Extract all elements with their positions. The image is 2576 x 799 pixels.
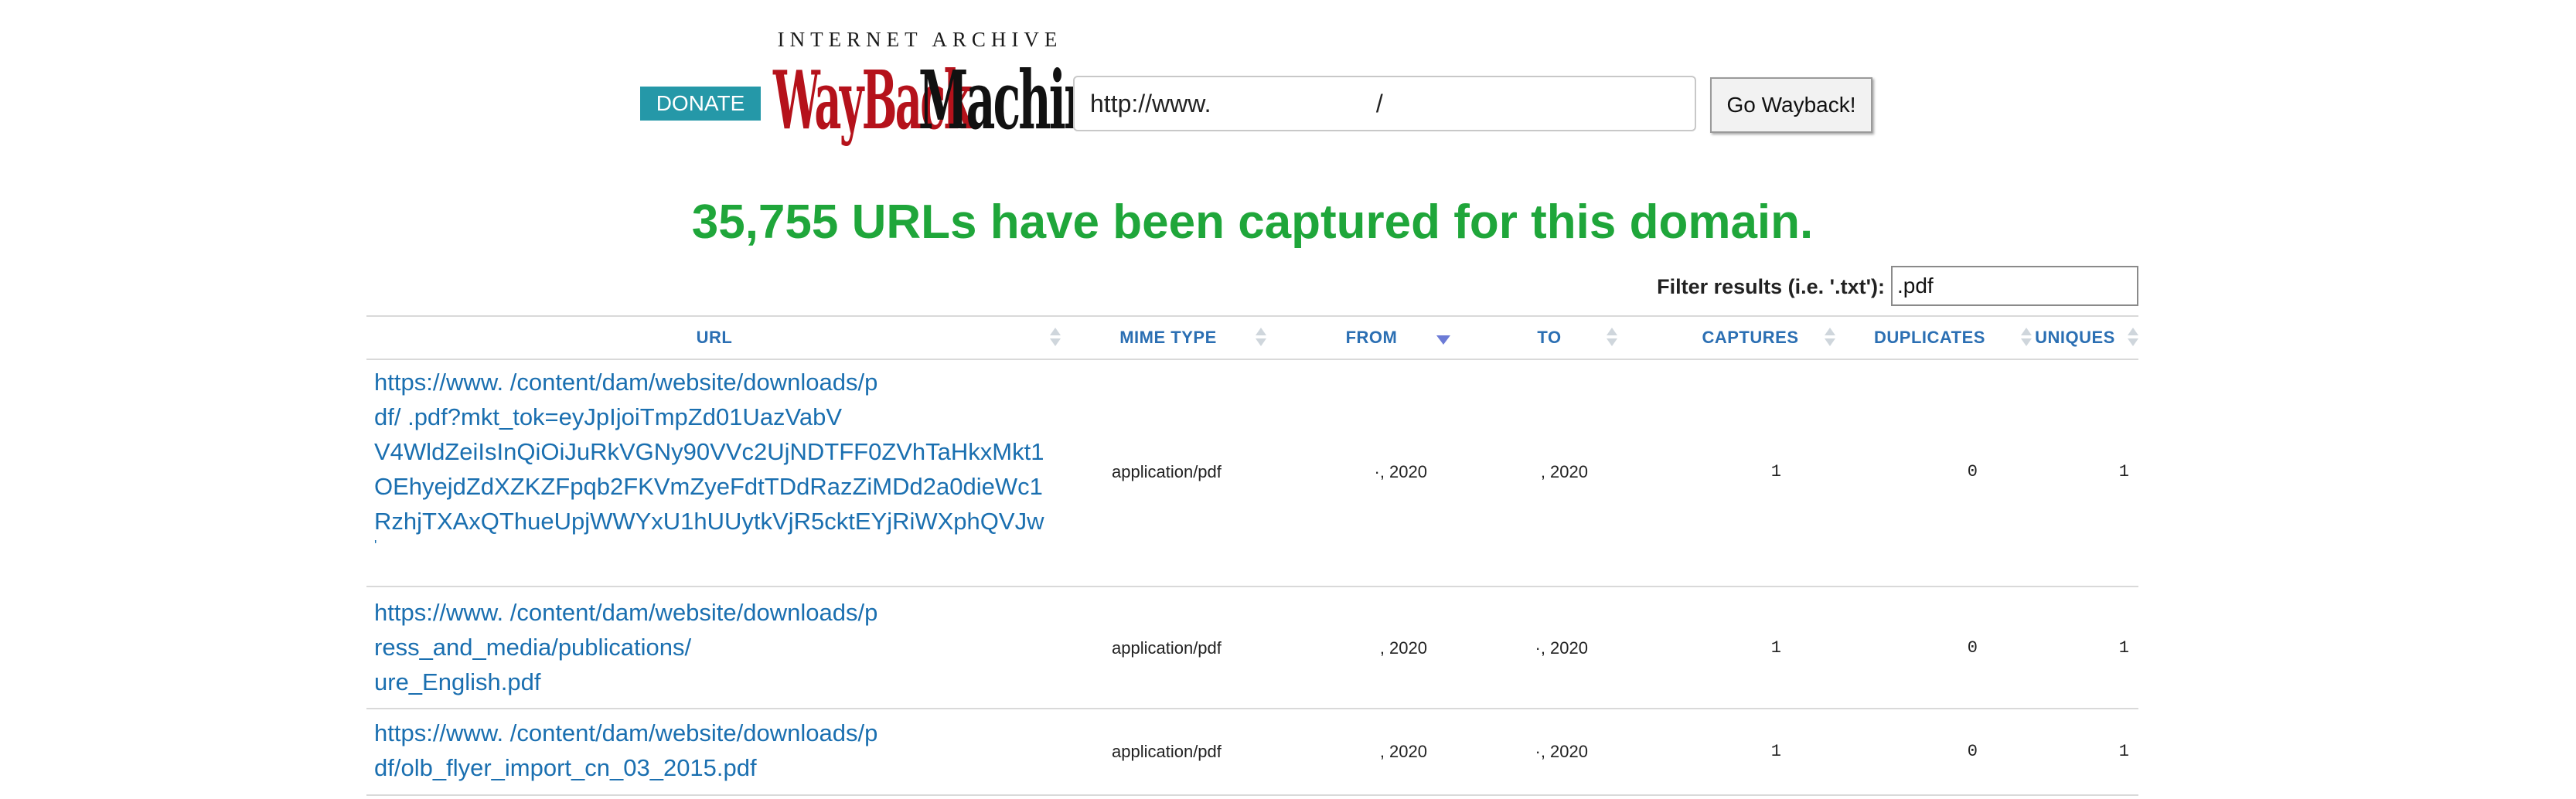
duplicates-cell: 0 xyxy=(1967,638,1978,658)
url-line: https://www. /content/dam/website/downlo… xyxy=(374,599,878,626)
captures-cell: 1 xyxy=(1770,742,1781,761)
mime-type-cell: application/pdf xyxy=(1112,462,1222,481)
sort-icon xyxy=(1256,326,1266,349)
to-date-cell: , 2020 xyxy=(1540,462,1588,481)
url-line: df/ .pdf?mkt_tok=eyJpIjoiTmpZd01UazVabV xyxy=(374,403,843,430)
sort-descending-icon xyxy=(1436,335,1450,345)
url-search-input[interactable] xyxy=(1073,76,1696,131)
to-date-cell: ·, 2020 xyxy=(1535,742,1589,761)
filter-input[interactable] xyxy=(1891,266,2138,306)
filter-label: Filter results (i.e. '.txt'): xyxy=(1657,275,1885,298)
column-header-mime-type[interactable]: MIME TYPE xyxy=(1087,317,1266,359)
column-header-label: UNIQUES xyxy=(2035,328,2115,347)
sort-icon xyxy=(1607,326,1617,349)
url-line: ress_and_media/publications/ xyxy=(374,634,692,661)
column-header-captures[interactable]: CAPTURES xyxy=(1665,317,1835,359)
column-header-label: TO xyxy=(1537,328,1562,347)
duplicates-cell: 0 xyxy=(1967,742,1978,761)
column-header-from[interactable]: FROM xyxy=(1310,317,1450,359)
go-wayback-button[interactable]: Go Wayback! xyxy=(1710,77,1872,133)
table-row: https://www. /content/dam/website/downlo… xyxy=(366,587,2138,709)
captures-cell: 1 xyxy=(1770,462,1781,481)
url-line: ' xyxy=(374,539,377,552)
captures-cell: 1 xyxy=(1770,638,1781,658)
sort-icon xyxy=(2128,326,2138,349)
to-date-cell: ·, 2020 xyxy=(1535,638,1589,658)
from-date-cell: , 2020 xyxy=(1379,638,1427,658)
donate-button[interactable]: DONATE xyxy=(640,87,761,121)
url-link[interactable]: https://www. /content/dam/website/downlo… xyxy=(374,595,1062,699)
table-row: https://www. /content/dam/website/downlo… xyxy=(366,709,2138,796)
column-header-duplicates[interactable]: DUPLICATES xyxy=(1845,317,2032,359)
wayback-machine-logo[interactable]: INTERNET ARCHIVE WayBack Machine xyxy=(773,28,1123,144)
url-line: OEhyejdZdXZKZFpqb2FKVmZyeFdtTDdRazZiMDd2… xyxy=(374,473,1043,500)
uniques-cell: 1 xyxy=(2118,462,2129,481)
logo-internet-archive-text: INTERNET ARCHIVE xyxy=(777,28,1063,51)
sort-icon xyxy=(1825,326,1835,349)
table-header: URL MIME TYPE FROM TO CAPTURES DUPLICATE… xyxy=(366,315,2138,360)
column-header-label: FROM xyxy=(1345,328,1398,347)
url-line: df/olb_flyer_import_cn_03_2015.pdf xyxy=(374,754,757,781)
table-row: https://www. /content/dam/website/downlo… xyxy=(366,360,2138,587)
column-header-url[interactable]: URL xyxy=(366,317,1062,359)
duplicates-cell: 0 xyxy=(1967,462,1978,481)
sort-icon xyxy=(1050,326,1061,349)
filter-bar: Filter results (i.e. '.txt'): xyxy=(1624,266,2138,308)
wayback-header: DONATE INTERNET ARCHIVE WayBack Machine … xyxy=(0,0,2576,147)
column-header-label: CAPTURES xyxy=(1702,328,1799,347)
column-header-label: MIME TYPE xyxy=(1119,328,1217,347)
url-line: https://www. /content/dam/website/downlo… xyxy=(374,719,878,746)
uniques-cell: 1 xyxy=(2118,742,2129,761)
logo-wordmark: WayBack Machine xyxy=(773,57,1123,144)
captured-count-headline: 35,755 URLs have been captured for this … xyxy=(691,196,1814,249)
column-header-uniques[interactable]: UNIQUES xyxy=(2021,317,2138,359)
url-link[interactable]: https://www. /content/dam/website/downlo… xyxy=(374,716,1062,785)
from-date-cell: ·, 2020 xyxy=(1374,462,1428,481)
mime-type-cell: application/pdf xyxy=(1112,742,1222,761)
url-line: RzhjTXAxQThueUpjWWYxU1hUUytkVjR5cktEYjRi… xyxy=(374,508,1044,535)
url-link[interactable]: https://www. /content/dam/website/downlo… xyxy=(374,365,1062,552)
url-line: V4WldZeiIsInQiOiJuRkVGNy90VVc2UjNDTFF0ZV… xyxy=(374,438,1044,465)
url-line: https://www. /content/dam/website/downlo… xyxy=(374,369,878,396)
mime-type-cell: application/pdf xyxy=(1112,638,1222,658)
column-header-to[interactable]: TO xyxy=(1495,317,1617,359)
url-line: ure_English.pdf xyxy=(374,668,541,695)
from-date-cell: , 2020 xyxy=(1379,742,1427,761)
url-results-table: URL MIME TYPE FROM TO CAPTURES DUPLICATE… xyxy=(366,315,2138,796)
column-header-label: URL xyxy=(696,328,733,347)
uniques-cell: 1 xyxy=(2118,638,2129,658)
column-header-label: DUPLICATES xyxy=(1874,328,1985,347)
